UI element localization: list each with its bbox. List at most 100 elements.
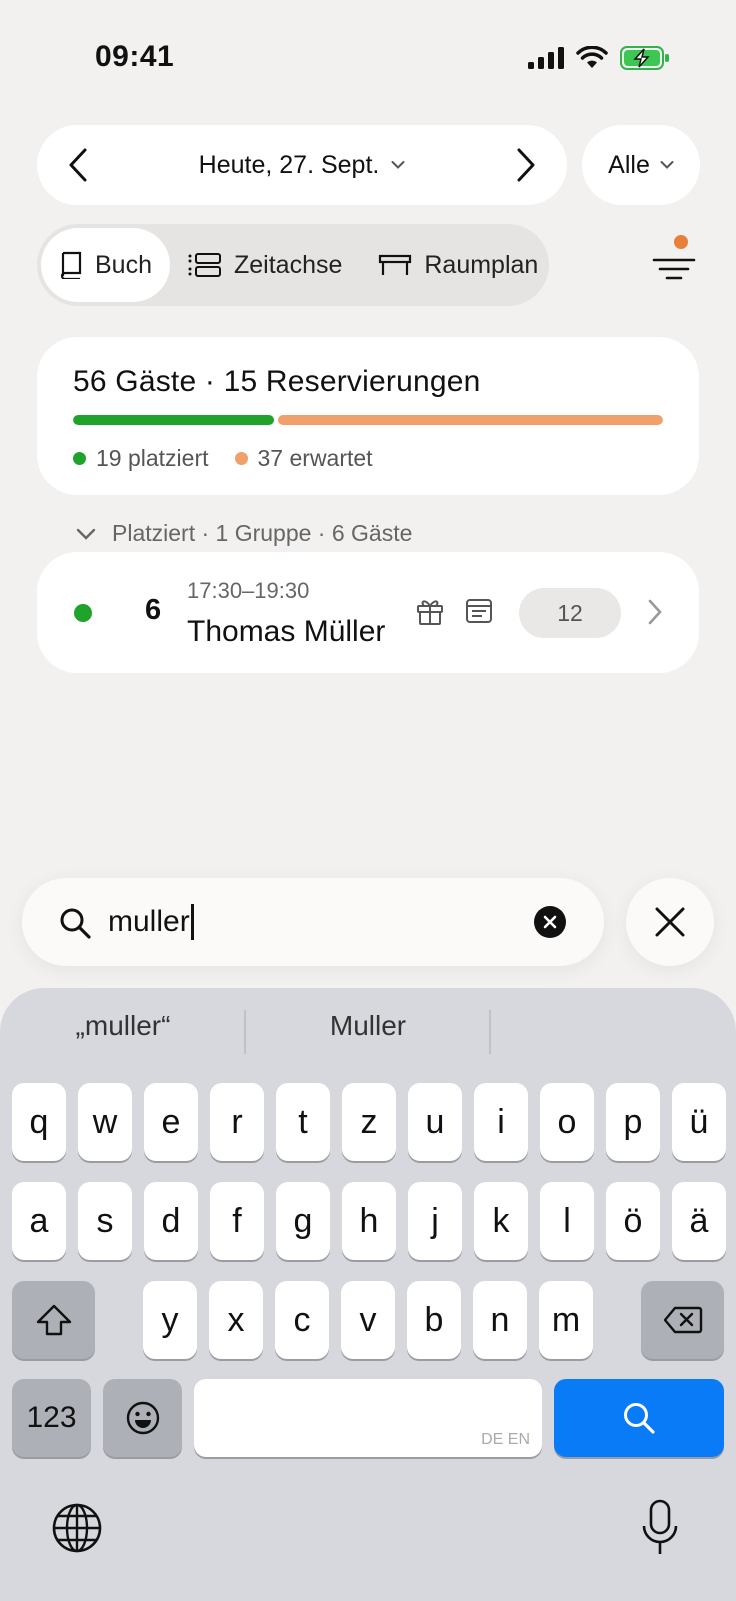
- table-badge: 12: [519, 588, 621, 638]
- chevron-down-icon: [76, 528, 96, 540]
- emoji-key[interactable]: [103, 1379, 182, 1457]
- key-k[interactable]: k: [474, 1182, 528, 1260]
- tab-timeline[interactable]: Zeitachse: [170, 228, 360, 302]
- key-z[interactable]: z: [342, 1083, 396, 1161]
- date-dropdown[interactable]: Heute, 27. Sept.: [199, 151, 406, 180]
- key-a[interactable]: a: [12, 1182, 66, 1260]
- group-header-label: Platziert · 1 Gruppe · 6 Gäste: [112, 520, 413, 546]
- key-j[interactable]: j: [408, 1182, 462, 1260]
- status-dot-icon: [74, 604, 92, 622]
- dictation-key[interactable]: [640, 1498, 680, 1563]
- placed-dot-icon: [73, 452, 86, 465]
- backspace-icon: [663, 1306, 702, 1334]
- tab-floorplan-label: Raumplan: [424, 250, 539, 279]
- guest-name: Thomas Müller: [187, 615, 386, 648]
- key-y[interactable]: y: [143, 1281, 197, 1359]
- close-search-button[interactable]: [626, 878, 714, 966]
- key-p[interactable]: p: [606, 1083, 660, 1161]
- wifi-icon: [576, 46, 608, 68]
- key-ü[interactable]: ü: [672, 1083, 726, 1161]
- expected-segment: [277, 415, 663, 425]
- legend-expected: 37 erwartet: [234, 445, 373, 472]
- key-o[interactable]: o: [540, 1083, 594, 1161]
- chevron-left-icon[interactable]: [67, 147, 89, 183]
- space-key[interactable]: DE EN: [194, 1379, 542, 1457]
- globe-icon: [52, 1503, 102, 1553]
- search-icon: [624, 1403, 655, 1434]
- group-header[interactable]: Platziert · 1 Gruppe · 6 Gäste: [76, 520, 412, 547]
- key-b[interactable]: b: [407, 1281, 461, 1359]
- numbers-key[interactable]: 123: [12, 1379, 91, 1457]
- area-filter-dropdown[interactable]: Alle: [582, 125, 700, 205]
- suggestion-word[interactable]: Muller: [247, 1010, 489, 1042]
- key-n[interactable]: n: [473, 1281, 527, 1359]
- search-input[interactable]: muller: [108, 904, 194, 940]
- clear-search-button[interactable]: [534, 906, 566, 938]
- date-label: Heute, 27. Sept.: [198, 150, 380, 179]
- book-icon: [60, 251, 82, 279]
- key-w[interactable]: w: [78, 1083, 132, 1161]
- key-d[interactable]: d: [144, 1182, 198, 1260]
- tab-timeline-label: Zeitachse: [233, 250, 343, 279]
- cellular-signal-icon: [528, 47, 564, 69]
- placed-segment: [73, 415, 274, 425]
- tab-floorplan[interactable]: Raumplan: [360, 228, 556, 302]
- key-ö[interactable]: ö: [606, 1182, 660, 1260]
- backspace-key[interactable]: [641, 1281, 724, 1359]
- table-icon: [379, 254, 412, 275]
- summary-title: 56 Gäste · 15 Reservierungen: [73, 365, 481, 398]
- key-t[interactable]: t: [276, 1083, 330, 1161]
- tab-book-label: Buch: [95, 250, 152, 279]
- filter-button[interactable]: [650, 234, 698, 290]
- legend-placed: 19 platziert: [73, 445, 209, 472]
- area-filter-label: Alle: [608, 150, 650, 179]
- tab-book[interactable]: Buch: [41, 228, 170, 302]
- suggestion-quoted[interactable]: „muller“: [2, 1010, 244, 1042]
- key-v[interactable]: v: [341, 1281, 395, 1359]
- chevron-down-icon: [660, 161, 674, 169]
- battery-charging-icon: [620, 46, 669, 70]
- guest-summary-card: 56 Gäste · 15 Reservierungen 19 platzier…: [37, 337, 699, 495]
- search-input-value: muller: [108, 905, 190, 938]
- key-x[interactable]: x: [209, 1281, 263, 1359]
- keyboard: „muller“ Muller qwertzuiopü asdfghjklöä …: [0, 988, 736, 1601]
- shift-key[interactable]: [12, 1281, 95, 1359]
- chevron-down-icon: [391, 161, 405, 169]
- key-e[interactable]: e: [144, 1083, 198, 1161]
- key-h[interactable]: h: [342, 1182, 396, 1260]
- key-m[interactable]: m: [539, 1281, 593, 1359]
- key-g[interactable]: g: [276, 1182, 330, 1260]
- view-switcher: Buch Zeitachse Raumplan: [37, 224, 549, 306]
- expected-label: 37 erwartet: [257, 445, 373, 471]
- shift-icon: [36, 1304, 71, 1336]
- key-q[interactable]: q: [12, 1083, 66, 1161]
- key-i[interactable]: i: [474, 1083, 528, 1161]
- suggestion-divider: [244, 1010, 246, 1054]
- key-f[interactable]: f: [210, 1182, 264, 1260]
- suggestion-divider: [489, 1010, 491, 1054]
- chevron-right-icon[interactable]: [515, 147, 537, 183]
- key-r[interactable]: r: [210, 1083, 264, 1161]
- summary-legend: 19 platziert 37 erwartet: [73, 445, 663, 472]
- key-ä[interactable]: ä: [672, 1182, 726, 1260]
- clear-icon: [543, 915, 557, 929]
- party-size: 6: [145, 594, 162, 626]
- key-u[interactable]: u: [408, 1083, 462, 1161]
- close-icon: [655, 907, 685, 937]
- microphone-icon: [642, 1499, 678, 1554]
- globe-key[interactable]: [50, 1501, 104, 1560]
- timeline-icon: [188, 253, 221, 277]
- search-icon: [60, 908, 91, 939]
- date-selector: Heute, 27. Sept.: [37, 125, 567, 205]
- key-c[interactable]: c: [275, 1281, 329, 1359]
- status-time: 09:41: [95, 40, 175, 73]
- reservation-row[interactable]: 6 17:30–19:30 Thomas Müller 12: [37, 552, 699, 673]
- key-l[interactable]: l: [540, 1182, 594, 1260]
- status-icons: [528, 46, 670, 70]
- space-language-hint: DE EN: [481, 1431, 530, 1448]
- note-icon: [466, 599, 492, 623]
- seating-progress-bar: [73, 415, 663, 425]
- search-key[interactable]: [554, 1379, 724, 1457]
- expected-dot-icon: [234, 452, 248, 465]
- key-s[interactable]: s: [78, 1182, 132, 1260]
